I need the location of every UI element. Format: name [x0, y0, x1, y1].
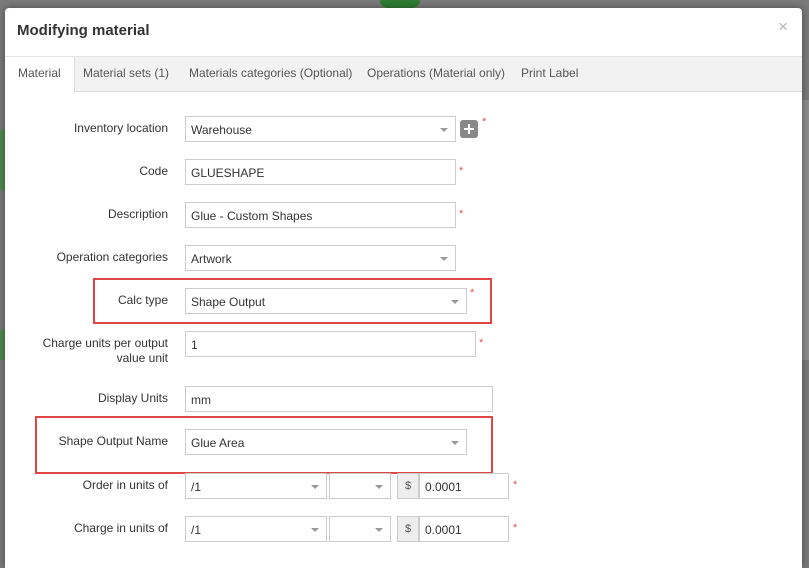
chevron-down-icon [375, 485, 383, 489]
tab-operations[interactable]: Operations (Material only) [367, 57, 505, 91]
close-button[interactable]: × [778, 18, 788, 35]
order-units-select[interactable]: /1 [185, 473, 327, 499]
charge-units-label-line2: value unit [116, 351, 168, 365]
charge-price-value: 0.0001 [425, 523, 462, 537]
display-units-label: Display Units [97, 391, 168, 405]
display-units-input[interactable]: mm [185, 386, 493, 412]
required-marker: * [513, 479, 518, 491]
operation-categories-label: Operation categories [56, 250, 168, 264]
chevron-down-icon [451, 441, 459, 445]
operation-categories-value: Artwork [191, 252, 232, 266]
order-units-label: Order in units of [82, 478, 168, 492]
required-marker: * [470, 287, 475, 299]
chevron-down-icon [311, 528, 319, 532]
chevron-down-icon [440, 257, 448, 261]
required-marker: * [513, 522, 518, 534]
currency-addon: $ [397, 516, 419, 542]
calc-type-select[interactable]: Shape Output [185, 288, 467, 314]
shape-output-name-select[interactable]: Glue Area [185, 429, 467, 455]
add-location-icon[interactable] [460, 120, 478, 138]
description-value: Glue - Custom Shapes [191, 209, 313, 223]
tab-material[interactable]: Material [5, 57, 75, 92]
order-price-input[interactable]: 0.0001 [419, 473, 509, 499]
required-marker: * [479, 337, 484, 349]
description-input[interactable]: Glue - Custom Shapes [185, 202, 456, 228]
charge-units-input[interactable]: 1 [185, 331, 476, 357]
required-marker: * [459, 165, 464, 177]
chevron-down-icon [451, 300, 459, 304]
charge-units-label-line1: Charge units per output [42, 336, 168, 350]
description-label: Description [107, 207, 168, 221]
charge-price-input[interactable]: 0.0001 [419, 516, 509, 542]
display-units-value: mm [191, 393, 211, 407]
background-strip [802, 100, 809, 360]
modifying-material-dialog: Modifying material × Material Material s… [5, 8, 802, 568]
order-units-secondary-select[interactable] [329, 473, 391, 499]
background-logo [380, 0, 420, 8]
operation-categories-select[interactable]: Artwork [185, 245, 456, 271]
shape-output-name-value: Glue Area [191, 436, 245, 450]
inventory-location-label: Inventory location [73, 121, 168, 135]
tab-material-sets[interactable]: Material sets (1) [83, 57, 169, 91]
chevron-down-icon [375, 528, 383, 532]
tab-bar: Material Material sets (1) Materials cat… [5, 57, 802, 92]
tab-materials-categories[interactable]: Materials categories (Optional) [189, 57, 352, 91]
calc-type-label: Calc type [117, 293, 168, 307]
dialog-title: Modifying material [17, 22, 150, 39]
tab-print-label[interactable]: Print Label [521, 57, 578, 91]
charge-in-units-value: /1 [191, 523, 202, 537]
required-marker: * [459, 208, 464, 220]
currency-addon: $ [397, 473, 419, 499]
charge-units-label: Charge units per output value unit [10, 336, 168, 366]
calc-type-value: Shape Output [191, 295, 266, 309]
chevron-down-icon [311, 485, 319, 489]
order-units-value: /1 [191, 480, 202, 494]
order-price-value: 0.0001 [425, 480, 462, 494]
code-input[interactable]: GLUESHAPE [185, 159, 456, 185]
inventory-location-value: Warehouse [191, 123, 252, 137]
shape-output-name-label: Shape Output Name [58, 434, 168, 448]
inventory-location-select[interactable]: Warehouse [185, 116, 456, 142]
charge-in-units-label: Charge in units of [73, 521, 168, 535]
charge-units-value: 1 [191, 338, 198, 352]
code-label: Code [139, 164, 168, 178]
code-value: GLUESHAPE [191, 166, 265, 180]
chevron-down-icon [440, 128, 448, 132]
required-marker: * [482, 116, 487, 128]
charge-in-units-secondary-select[interactable] [329, 516, 391, 542]
charge-in-units-select[interactable]: /1 [185, 516, 327, 542]
dialog-header: Modifying material × [5, 8, 802, 57]
